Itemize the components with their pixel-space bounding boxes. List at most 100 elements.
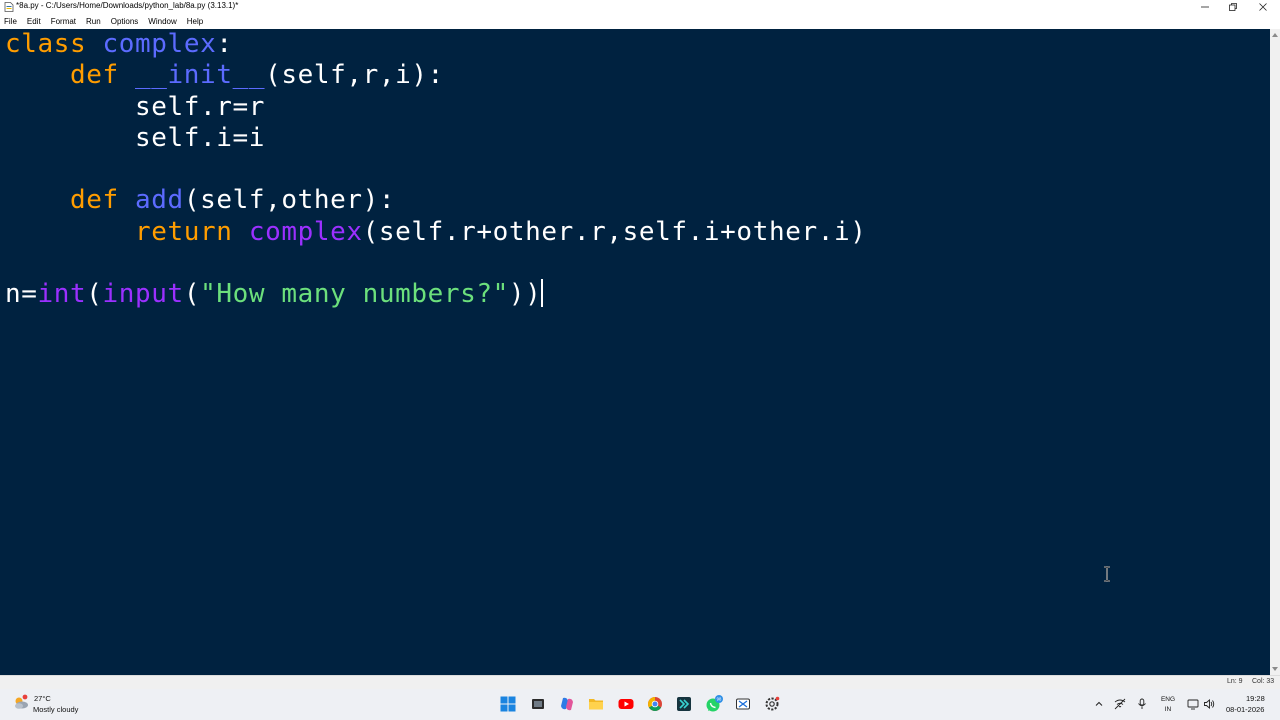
code-editor[interactable]: class complex: def __init__(self,r,i): s… [0, 29, 1270, 675]
network-status-button[interactable] [1112, 695, 1128, 713]
speaker-icon [1204, 699, 1215, 709]
code-line[interactable]: def add(self,other): [5, 185, 866, 216]
scroll-up-icon[interactable] [1272, 33, 1278, 37]
language-region[interactable]: IN [1158, 706, 1178, 713]
whatsapp-icon: 98 [706, 695, 723, 712]
weather-description[interactable]: Mostly cloudy [33, 705, 78, 714]
code-token: n= [5, 279, 38, 310]
code-token: def [70, 185, 119, 216]
windows-logo-icon [500, 696, 516, 712]
network-off-icon [1114, 698, 1126, 710]
code-line[interactable]: return complex(self.r+other.r,self.i+oth… [5, 217, 866, 248]
code-line[interactable]: def __init__(self,r,i): [5, 60, 866, 91]
code-token: (self.r+other.r,self.i+other.i) [362, 216, 867, 247]
weather-temperature[interactable]: 27°C [34, 694, 51, 703]
title-bar: *8a.py - C:/Users/Home/Downloads/python_… [0, 0, 1280, 14]
code-line[interactable]: class complex: [5, 29, 866, 60]
minimize-icon [1201, 6, 1209, 8]
taskbar: 27°C Mostly cloudy 98 ENG IN 19:28 08-01… [0, 689, 1280, 720]
scroll-down-icon[interactable] [1272, 667, 1278, 671]
code-line[interactable]: self.r=r [5, 92, 866, 123]
code-token: def [70, 60, 119, 91]
youtube-icon [618, 699, 634, 709]
clock-time[interactable]: 19:28 [1246, 694, 1265, 703]
text-cursor [541, 279, 544, 308]
minimize-button[interactable] [1190, 0, 1220, 14]
folder-icon [589, 699, 603, 710]
code-token: self.r=r [135, 91, 266, 122]
code-line[interactable]: ​ [5, 248, 866, 279]
youtube-button[interactable] [617, 695, 635, 713]
snipping-tool-button[interactable] [734, 695, 752, 713]
whatsapp-button[interactable]: 98 [705, 695, 723, 713]
code-token: __init__ [135, 60, 266, 91]
code-token: int [37, 279, 87, 310]
restore-button[interactable] [1218, 0, 1248, 14]
chrome-button[interactable] [646, 695, 664, 713]
python-idle-icon [677, 697, 691, 711]
start-button[interactable] [499, 695, 517, 713]
code-token: (self,other): [183, 185, 396, 216]
volume-button[interactable] [1201, 695, 1217, 713]
code-line[interactable]: self.i=i [5, 123, 866, 154]
microphone-button[interactable] [1134, 695, 1150, 713]
copilot-icon [561, 697, 573, 711]
code-line[interactable]: ​ [5, 154, 866, 185]
show-hidden-icons-button[interactable] [1091, 695, 1107, 713]
menu-window[interactable]: Window [148, 17, 176, 26]
code-token: ( [183, 279, 201, 310]
window-title: *8a.py - C:/Users/Home/Downloads/python_… [16, 1, 239, 10]
status-column: Col: 33 [1252, 678, 1275, 685]
restore-icon [1229, 3, 1237, 11]
microphone-icon [1138, 698, 1146, 709]
code-line[interactable]: n=int(input("How many numbers?")) [5, 279, 866, 310]
status-line: Ln: 9 [1227, 678, 1243, 685]
settings-button[interactable] [763, 695, 781, 713]
code-token: complex [248, 216, 363, 247]
menu-run[interactable]: Run [86, 17, 101, 26]
weather-cloud-icon[interactable] [12, 694, 30, 712]
status-bar: Ln: 9 Col: 33 [0, 675, 1280, 689]
code-token: )) [508, 279, 542, 310]
code-token: "How many numbers?" [200, 279, 509, 310]
whatsapp-badge: 98 [717, 697, 722, 702]
snipping-tool-icon [736, 698, 750, 710]
file-explorer-button[interactable] [587, 695, 605, 713]
copilot-button[interactable] [558, 695, 576, 713]
code-token: ( [86, 279, 103, 310]
menu-edit[interactable]: Edit [27, 17, 41, 26]
python-file-icon [4, 2, 14, 12]
menu-bar: File Edit Format Run Options Window Help [0, 14, 1280, 29]
code-token: self.i=i [135, 122, 266, 153]
language-code[interactable]: ENG [1158, 696, 1178, 703]
monitor-icon [1187, 699, 1199, 710]
menu-file[interactable]: File [4, 17, 17, 26]
code-token: : [216, 29, 233, 59]
close-button[interactable] [1248, 0, 1278, 14]
task-view-button[interactable] [529, 695, 547, 713]
menu-help[interactable]: Help [187, 17, 203, 26]
code-text[interactable]: class complex: def __init__(self,r,i): s… [5, 29, 866, 311]
gear-icon [765, 696, 780, 711]
menu-options[interactable]: Options [111, 17, 139, 26]
close-icon [1259, 3, 1267, 11]
ibeam-cursor-icon [1104, 566, 1110, 582]
code-token: class [5, 29, 87, 59]
idle-button[interactable] [675, 695, 693, 713]
display-button[interactable] [1185, 695, 1201, 713]
code-token: input [102, 279, 184, 310]
code-token: add [135, 185, 184, 216]
clock-date[interactable]: 08-01-2026 [1226, 705, 1264, 714]
menu-format[interactable]: Format [51, 17, 76, 26]
vertical-scrollbar[interactable] [1270, 29, 1280, 675]
task-view-icon [532, 699, 544, 709]
code-token: return [135, 216, 233, 247]
